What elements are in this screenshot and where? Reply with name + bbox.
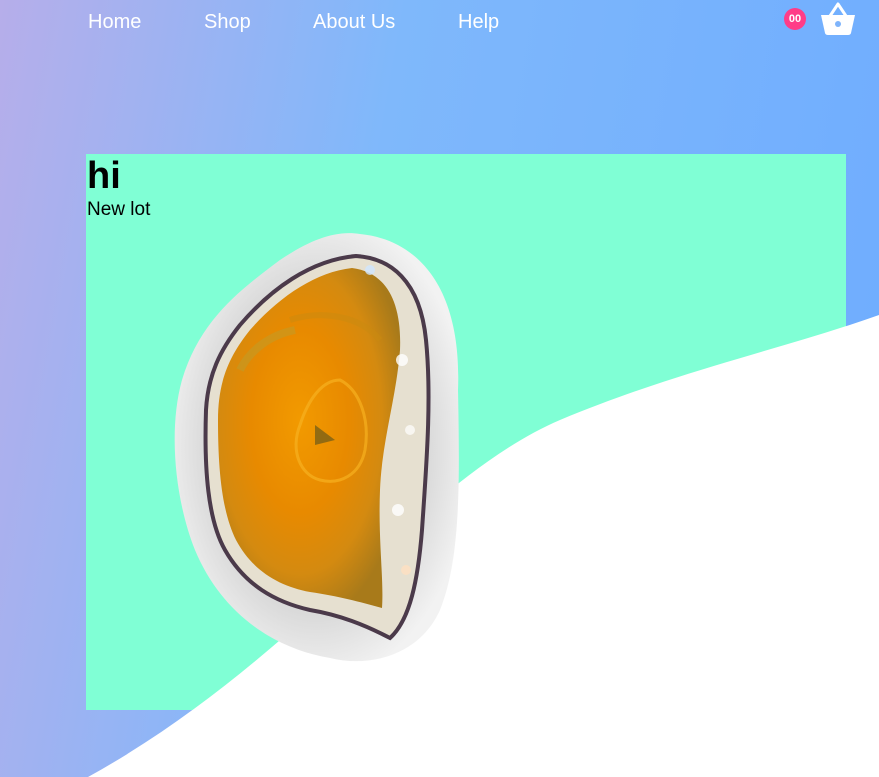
agate-slice-image[interactable] xyxy=(170,230,462,664)
card-subtitle: New lot xyxy=(87,199,151,220)
card-title: hi xyxy=(87,155,121,197)
